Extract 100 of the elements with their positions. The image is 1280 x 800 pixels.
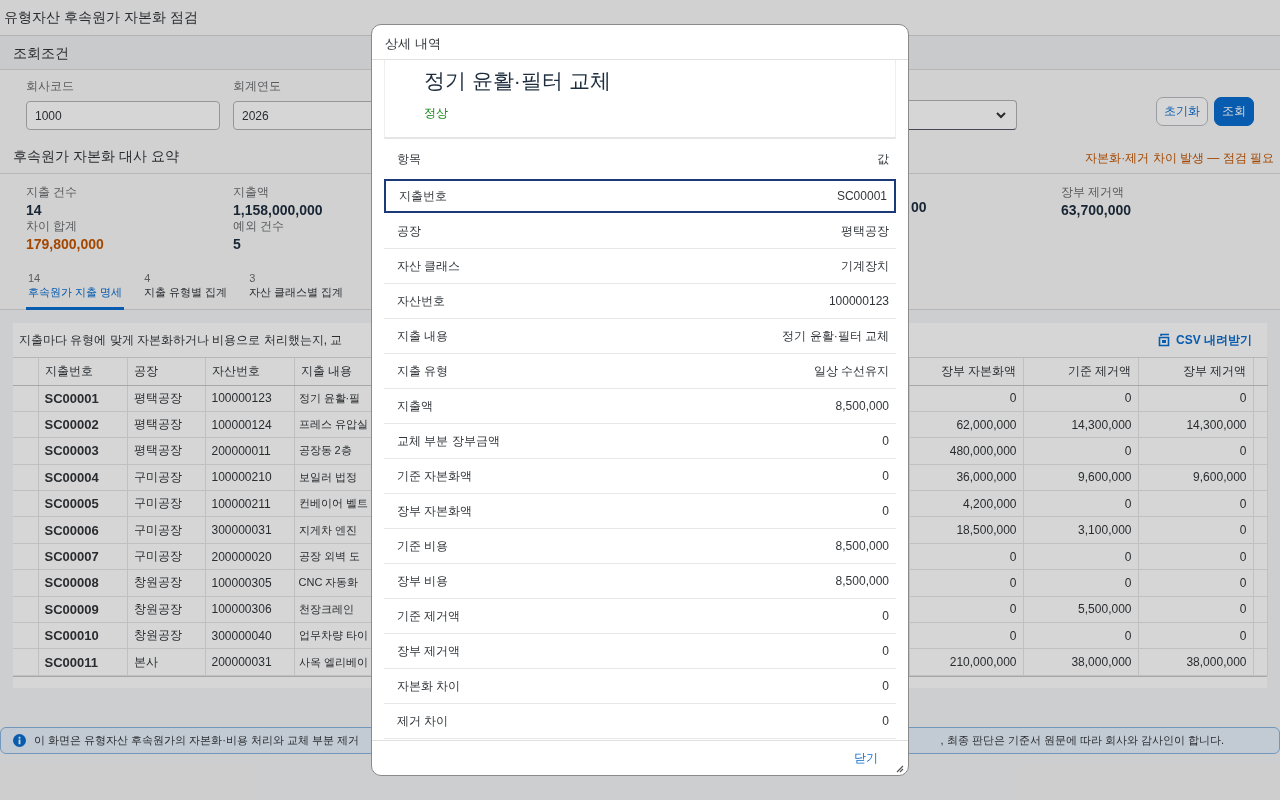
table-cell: 300000031 <box>205 516 294 544</box>
input-field[interactable]: 1000 <box>26 101 220 130</box>
stat-value: 179,800,000 <box>26 236 104 252</box>
resize-handle-icon[interactable] <box>896 765 904 773</box>
row-value: 0 <box>882 714 889 728</box>
detail-row[interactable]: 장부 제거액 0 <box>384 634 896 669</box>
close-button[interactable]: 닫기 <box>854 745 878 771</box>
tab[interactable]: 4 지출 유형별 집계 <box>142 272 230 310</box>
stat-value: 1,158,000,000 <box>233 202 323 218</box>
table-cell: 창원공장 <box>127 596 205 623</box>
row-value: 평택공장 <box>841 222 889 240</box>
table-cell: 구미공장 <box>127 543 205 570</box>
row-value: 일상 수선유지 <box>813 362 889 380</box>
table-cell: 0 <box>1023 437 1138 465</box>
search-button[interactable]: 조회 <box>1214 97 1254 126</box>
table-cell: SC00006 <box>38 516 127 544</box>
table-cell: 5,500,000 <box>1023 596 1138 623</box>
table-cell: 100000123 <box>205 385 294 412</box>
download-button[interactable]: CSV 내려받기 <box>1158 331 1252 349</box>
detail-row[interactable]: 기준 제거액 0 <box>384 599 896 634</box>
column-header: 기준 제거액 <box>1023 358 1138 385</box>
column-header: 항목 <box>397 150 421 168</box>
row-value: 0 <box>882 609 889 623</box>
table-cell: SC00001 <box>38 385 127 412</box>
info-text: 이 화면은 유형자산 후속원가의 자본화·비용 처리와 교체 부분 제거 <box>34 733 360 748</box>
export-icon <box>1158 333 1172 347</box>
table-cell: 9,600,000 <box>1023 464 1138 491</box>
stat-value: 14 <box>26 202 42 218</box>
detail-row[interactable]: 장부 자본화액 0 <box>384 494 896 529</box>
table-cell: 14,300,000 <box>1138 411 1253 438</box>
stat-label: 지출액 <box>233 184 269 201</box>
detail-row[interactable]: 장부 비용 8,500,000 <box>384 564 896 599</box>
table-cell: SC00005 <box>38 490 127 517</box>
row-label: 장부 비용 <box>397 572 449 590</box>
table-cell: 0 <box>1023 490 1138 517</box>
reset-button[interactable]: 초기화 <box>1156 97 1208 126</box>
table-cell: 0 <box>1023 543 1138 570</box>
detail-row[interactable]: 자본화 차이 0 <box>384 669 896 704</box>
dialog-title: 상세 내역 <box>372 25 908 60</box>
table-cell: 200000020 <box>205 543 294 570</box>
field-label: 회사코드 <box>26 78 75 95</box>
row-label: 자산 클래스 <box>397 257 461 275</box>
detail-row[interactable]: 교체 부분 장부금액 0 <box>384 424 896 459</box>
table-cell: 38,000,000 <box>1023 648 1138 676</box>
row-label: 자본화 차이 <box>397 677 461 695</box>
detail-row[interactable]: 기준 자본화액 0 <box>384 459 896 494</box>
column-header: 지출번호 <box>38 358 127 385</box>
table-cell: 3,100,000 <box>1023 516 1138 544</box>
table-cell: 0 <box>1138 437 1253 465</box>
detail-row[interactable]: 공장 평택공장 <box>384 214 896 249</box>
row-value: 8,500,000 <box>835 399 889 413</box>
detail-row[interactable]: 제거 차이 0 <box>384 704 896 739</box>
tab[interactable]: 14 후속원가 지출 명세 <box>26 272 125 310</box>
detail-row[interactable]: 지출번호 SC00001 <box>384 179 896 213</box>
table-cell: 38,000,000 <box>1138 648 1253 676</box>
detail-row[interactable]: 지출 내용 정기 윤활·필터 교체 <box>384 319 896 354</box>
table-cell: SC00007 <box>38 543 127 570</box>
row-label: 지출 유형 <box>397 362 449 380</box>
column-header: 장부 제거액 <box>1138 358 1253 385</box>
stat-value: 63,700,000 <box>1061 202 1132 218</box>
table-cell: 0 <box>1023 569 1138 597</box>
table-cell: 0 <box>1138 622 1253 649</box>
row-label: 제거 차이 <box>397 712 449 730</box>
detail-row[interactable]: 지출액 8,500,000 <box>384 389 896 424</box>
row-value: SC00001 <box>836 189 887 203</box>
detail-row[interactable]: 자산번호 100000123 <box>384 284 896 319</box>
detail-row[interactable]: 기준 비용 8,500,000 <box>384 529 896 564</box>
table-cell: 평택공장 <box>127 437 205 465</box>
row-value: 0 <box>882 469 889 483</box>
table-cell: 0 <box>1023 385 1138 412</box>
table-cell: 0 <box>1138 569 1253 597</box>
status-text: 정상 <box>424 105 449 122</box>
detail-row[interactable]: 지출 유형 일상 수선유지 <box>384 354 896 389</box>
table-cell: 평택공장 <box>127 411 205 438</box>
row-label: 기준 자본화액 <box>397 467 473 485</box>
table-cell: 300000040 <box>205 622 294 649</box>
row-label: 공장 <box>397 222 421 240</box>
table-cell: 0 <box>1138 516 1253 544</box>
table-cell: 14,300,000 <box>1023 411 1138 438</box>
row-value: 정기 윤활·필터 교체 <box>782 327 889 345</box>
table-cell: SC00002 <box>38 411 127 438</box>
column-header: 값 <box>877 150 889 168</box>
table-cell: SC00011 <box>38 648 127 676</box>
detail-row[interactable]: 자산 클래스 기계장치 <box>384 249 896 284</box>
stat-label: 차이 합계 <box>26 218 78 235</box>
tab[interactable]: 3 자산 클래스별 집계 <box>247 272 346 310</box>
table-cell: 100000211 <box>205 490 294 517</box>
table-cell: 100000305 <box>205 569 294 597</box>
row-value: 0 <box>882 679 889 693</box>
table-cell: 0 <box>1023 622 1138 649</box>
stat-value: 00 <box>911 199 927 215</box>
table-cell: SC00008 <box>38 569 127 597</box>
row-label: 기준 제거액 <box>397 607 461 625</box>
table-cell: SC00009 <box>38 596 127 623</box>
row-label: 자산번호 <box>397 292 445 310</box>
table-cell: 9,600,000 <box>1138 464 1253 491</box>
table-cell: 본사 <box>127 648 205 676</box>
stat-value: 5 <box>233 236 241 252</box>
table-caption: 지출마다 유형에 맞게 자본화하거나 비용으로 처리했는지, 교 <box>19 331 343 349</box>
stat-label: 예외 건수 <box>233 218 285 235</box>
